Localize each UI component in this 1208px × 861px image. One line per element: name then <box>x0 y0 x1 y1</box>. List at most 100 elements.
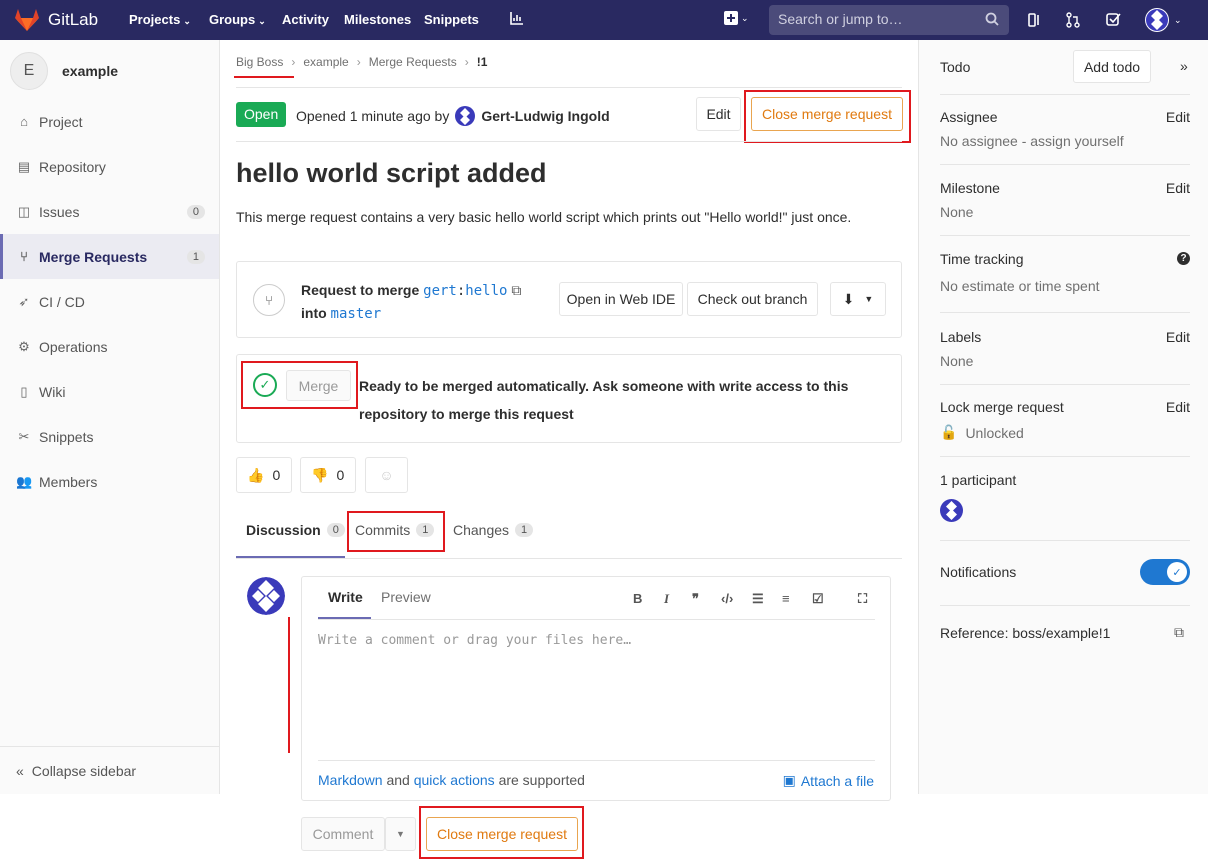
assignee-edit-link[interactable]: Edit <box>1166 109 1190 125</box>
participant-avatar[interactable] <box>940 499 963 522</box>
search-placeholder: Search or jump to… <box>778 11 903 27</box>
divider <box>236 558 902 559</box>
status-badge: Open <box>236 102 287 127</box>
breadcrumb-highlight-underline <box>234 76 294 78</box>
comment-textarea[interactable]: Write a comment or drag your files here… <box>318 633 631 648</box>
sidebar-item-wiki[interactable]: ▯ Wiki <box>0 369 219 414</box>
merge-request-icon: ⑂ <box>253 284 285 316</box>
search-input[interactable]: Search or jump to… <box>769 5 1009 35</box>
nav-groups[interactable]: Groups ⌄ <box>209 12 266 27</box>
notifications-toggle[interactable]: ✓ <box>1140 559 1190 585</box>
labels-label: Labels <box>940 329 982 345</box>
sidebar-item-issues[interactable]: ◫ Issues 0 <box>0 189 219 234</box>
project-avatar: E <box>10 52 48 90</box>
sidebar-item-operations[interactable]: ⚙ Operations <box>0 324 219 369</box>
divider <box>940 540 1190 541</box>
download-dropdown[interactable]: ⬇ ▼ <box>830 282 886 316</box>
open-web-ide-button[interactable]: Open in Web IDE <box>559 282 683 316</box>
author-avatar[interactable] <box>455 106 476 126</box>
bullet-list-icon[interactable]: ☰ <box>752 591 764 607</box>
breadcrumb-merge-requests[interactable]: Merge Requests <box>369 55 457 69</box>
project-sidebar: E example ⌂ Project ▤ Repository ◫ Issue… <box>0 40 220 794</box>
breadcrumb-group[interactable]: Big Boss <box>236 55 283 69</box>
tab-discussion[interactable]: Discussion 0 <box>246 522 345 538</box>
collapse-sidebar-button[interactable]: « Collapse sidebar <box>0 746 219 794</box>
sidebar-item-label: Wiki <box>39 383 66 400</box>
cloud-gear-icon: ⚙ <box>18 338 30 354</box>
new-item-dropdown[interactable]: ⌄ <box>724 11 749 25</box>
help-icon[interactable]: ? <box>1177 252 1190 265</box>
issues-nav-icon[interactable] <box>1028 12 1042 31</box>
source-branch[interactable]: hello <box>465 283 507 299</box>
sidebar-item-members[interactable]: 👥 Members <box>0 459 219 504</box>
quick-actions-link[interactable]: quick actions <box>414 772 495 788</box>
quote-icon[interactable]: ❞ <box>692 591 699 607</box>
participants-label: 1 participant <box>940 472 1017 488</box>
add-reaction-button[interactable]: ☺ <box>365 457 408 493</box>
users-icon: 👥 <box>16 473 33 489</box>
project-header[interactable]: E example <box>10 52 118 90</box>
copy-reference-icon[interactable]: ⧉ <box>1174 624 1184 641</box>
sidebar-item-snippets[interactable]: ✂ Snippets <box>0 414 219 459</box>
todo-label: Todo <box>940 59 971 75</box>
breadcrumb-project[interactable]: example <box>303 55 348 69</box>
lock-edit-link[interactable]: Edit <box>1166 399 1190 415</box>
author-name[interactable]: Gert-Ludwig Ingold <box>481 108 609 124</box>
comment-options-dropdown[interactable]: ▼ <box>385 817 416 851</box>
into-label: into <box>301 305 327 321</box>
divider <box>940 235 1190 236</box>
add-todo-button[interactable]: Add todo <box>1073 50 1151 83</box>
checkout-branch-button[interactable]: Check out branch <box>687 282 818 316</box>
sidebar-item-project[interactable]: ⌂ Project <box>0 99 219 144</box>
write-tab[interactable]: Write <box>328 589 363 605</box>
user-menu[interactable]: ⌄ <box>1144 7 1182 33</box>
milestone-edit-link[interactable]: Edit <box>1166 180 1190 196</box>
current-user-avatar[interactable] <box>247 577 285 615</box>
fullscreen-icon[interactable]: ⛶ <box>858 591 867 607</box>
assignee-label: Assignee <box>940 109 998 125</box>
nav-snippets[interactable]: Snippets <box>424 12 479 27</box>
issues-count-badge: 0 <box>186 204 205 219</box>
edit-mr-button[interactable]: Edit <box>696 97 741 131</box>
comment-button[interactable]: Comment <box>301 817 385 851</box>
sidebar-item-label: Repository <box>39 158 106 175</box>
labels-edit-link[interactable]: Edit <box>1166 329 1190 345</box>
double-chevron-right-icon[interactable]: » <box>1180 58 1188 74</box>
task-list-icon[interactable]: ☑ <box>812 591 824 607</box>
sidebar-item-ci-cd[interactable]: ➶ CI / CD <box>0 279 219 324</box>
source-user[interactable]: gert <box>423 283 457 299</box>
code-icon[interactable]: ‹/› <box>721 591 733 606</box>
italic-icon[interactable]: I <box>664 591 669 607</box>
nav-milestones[interactable]: Milestones <box>344 12 411 27</box>
thumbs-down-button[interactable]: 👎 0 <box>300 457 356 493</box>
scissors-icon: ✂ <box>18 428 30 444</box>
attach-file-button[interactable]: ▣ Attach a file <box>783 772 874 789</box>
image-icon: ▣ <box>782 772 796 788</box>
chart-icon[interactable] <box>510 11 524 28</box>
breadcrumb-current[interactable]: !1 <box>477 55 488 69</box>
active-tab-indicator <box>236 556 345 558</box>
highlight-box <box>241 361 358 409</box>
gitlab-logo[interactable]: GitLab <box>14 8 98 32</box>
thumbs-up-button[interactable]: 👍 0 <box>236 457 292 493</box>
copy-icon[interactable]: ⧉ <box>511 282 521 298</box>
changes-count: 1 <box>515 523 534 537</box>
nav-activity[interactable]: Activity <box>282 12 329 27</box>
todos-nav-icon[interactable] <box>1106 12 1121 30</box>
preview-tab[interactable]: Preview <box>381 589 431 605</box>
double-chevron-left-icon: « <box>16 762 24 779</box>
comment-editor: Write Preview B I ❞ ‹/› ☰ ≡ ☑ ⛶ Write a … <box>301 576 891 801</box>
sidebar-item-merge-requests[interactable]: ⑂ Merge Requests 1 <box>0 234 219 279</box>
tab-changes[interactable]: Changes 1 <box>453 522 534 538</box>
bold-icon[interactable]: B <box>633 591 642 606</box>
milestone-value: None <box>940 204 974 220</box>
sidebar-item-repository[interactable]: ▤ Repository <box>0 144 219 189</box>
target-branch[interactable]: master <box>331 306 382 322</box>
numbered-list-icon[interactable]: ≡ <box>782 591 790 606</box>
nav-projects[interactable]: Projects ⌄ <box>129 12 191 27</box>
assignee-value[interactable]: No assignee - assign yourself <box>940 133 1124 149</box>
markdown-link[interactable]: Markdown <box>318 772 383 788</box>
merge-requests-nav-icon[interactable] <box>1066 12 1080 31</box>
sidebar-item-label: Members <box>39 473 98 490</box>
request-to-merge-text: Request to merge gert:hello ⧉ into maste… <box>301 282 522 322</box>
